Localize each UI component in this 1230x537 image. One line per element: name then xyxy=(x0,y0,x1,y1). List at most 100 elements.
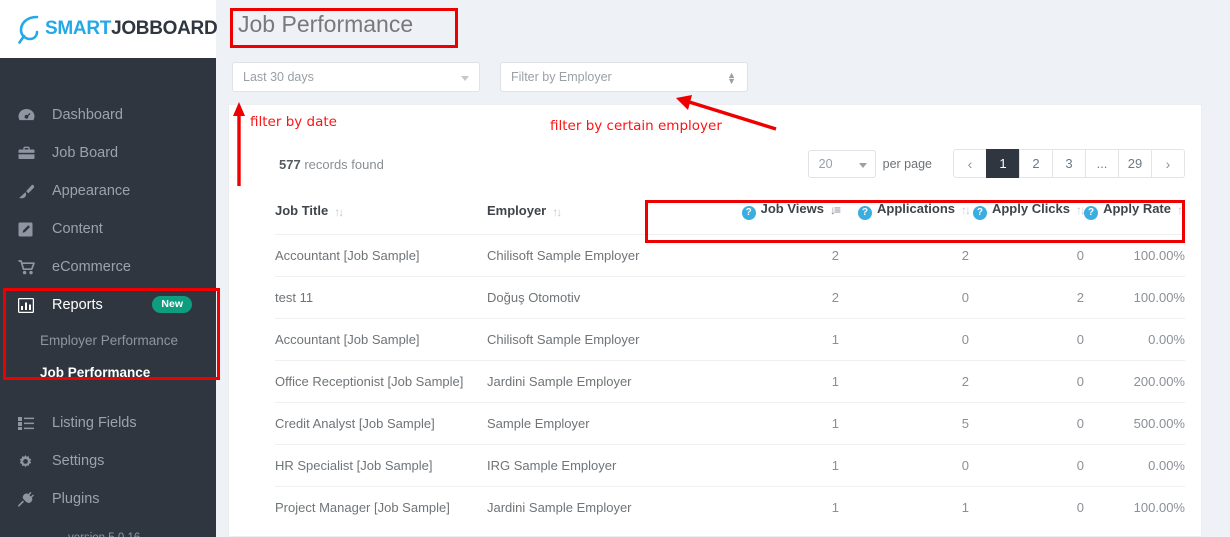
help-icon[interactable]: ? xyxy=(857,206,872,220)
cell-apply-clicks: 2 xyxy=(969,276,1084,319)
sidebar-item-label: Plugins xyxy=(52,491,100,507)
bar-chart-icon xyxy=(18,297,40,313)
sort-desc-icon[interactable]: ↓≡ xyxy=(830,203,841,217)
cell-job-title[interactable]: Project Manager [Job Sample] xyxy=(275,486,487,528)
paintbrush-icon xyxy=(18,184,40,199)
table-row[interactable]: Accountant [Job Sample] Chilisoft Sample… xyxy=(275,318,1185,361)
page-button-1[interactable]: 1 xyxy=(986,149,1020,178)
shopping-cart-icon xyxy=(18,259,40,275)
records-found: 577 records found xyxy=(279,157,384,172)
table-row[interactable]: test 11 Doğuş Otomotiv 2 0 2 100.00% xyxy=(275,276,1185,319)
sidebar-item-listing-fields[interactable]: Listing Fields xyxy=(0,404,216,442)
help-icon[interactable]: ? xyxy=(1084,206,1099,220)
sidebar-nav: Dashboard Job Board Appearance Content e… xyxy=(0,58,216,537)
column-header-job-views[interactable]: ? Job Views ↓≡ xyxy=(709,201,841,235)
sidebar: SMARTJOBBOARD Dashboard Job Board Appear… xyxy=(0,0,218,537)
table-row[interactable]: Accountant [Job Sample] Chilisoft Sample… xyxy=(275,234,1185,277)
cell-apply-rate: 100.00% xyxy=(1084,276,1185,319)
cell-apply-clicks: 0 xyxy=(969,402,1084,445)
cell-job-title[interactable]: Credit Analyst [Job Sample] xyxy=(275,402,487,445)
sort-icon[interactable]: ↑↓ xyxy=(961,203,971,217)
column-header-applications[interactable]: ? Applications ↑↓ xyxy=(839,201,971,235)
cell-apply-rate: 100.00% xyxy=(1084,234,1185,277)
sidebar-item-settings[interactable]: Settings xyxy=(0,442,216,480)
cell-apply-rate: 0.00% xyxy=(1084,318,1185,361)
cell-applications: 0 xyxy=(839,444,969,487)
page-title: Job Performance xyxy=(238,11,414,37)
brand-name-first: SMART xyxy=(45,18,112,39)
column-header-job-title[interactable]: Job Title ↑↓ xyxy=(275,201,487,235)
chevron-updown-icon: ▲ ▼ xyxy=(727,70,736,86)
list-icon xyxy=(18,416,40,430)
sidebar-item-label: Job Board xyxy=(52,145,119,161)
cell-applications: 2 xyxy=(839,234,969,277)
records-count: 577 xyxy=(279,157,301,172)
table-header: Job Title ↑↓ Employer ↑↓ ? Job Views ↓≡ ? App… xyxy=(275,201,1187,235)
cell-job-views: 1 xyxy=(709,486,839,528)
cell-applications: 0 xyxy=(839,318,969,361)
sort-icon[interactable]: ↑↓ xyxy=(1177,203,1187,217)
page-button-2[interactable]: 2 xyxy=(1019,149,1053,178)
sidebar-item-appearance[interactable]: Appearance xyxy=(0,172,216,210)
date-filter-select[interactable]: Last 30 days xyxy=(232,62,480,92)
sidebar-subitem-job-performance[interactable]: Job Performance xyxy=(0,356,216,388)
cell-applications: 0 xyxy=(839,276,969,319)
sidebar-subitem-label: Job Performance xyxy=(40,364,151,380)
sidebar-item-dashboard[interactable]: Dashboard xyxy=(0,96,216,134)
cell-employer: Doğuş Otomotiv xyxy=(487,276,709,319)
app-root: SMARTJOBBOARD Dashboard Job Board Appear… xyxy=(0,0,1230,537)
help-icon[interactable]: ? xyxy=(972,206,987,220)
briefcase-icon xyxy=(18,146,40,160)
cell-job-title[interactable]: test 11 xyxy=(275,276,487,319)
sidebar-item-label: Dashboard xyxy=(52,107,123,123)
table-row[interactable]: Project Manager [Job Sample] Jardini Sam… xyxy=(275,486,1185,528)
employer-filter-select[interactable]: Filter by Employer ▲ ▼ xyxy=(500,62,748,92)
cell-applications: 5 xyxy=(839,402,969,445)
main-content: Job Performance Last 30 days Filter by E… xyxy=(216,0,1230,537)
table-row[interactable]: HR Specialist [Job Sample] IRG Sample Em… xyxy=(275,444,1185,487)
sidebar-item-reports[interactable]: Reports New xyxy=(0,286,216,324)
table-row[interactable]: Credit Analyst [Job Sample] Sample Emplo… xyxy=(275,402,1185,445)
sidebar-item-job-board[interactable]: Job Board xyxy=(0,134,216,172)
sort-icon[interactable]: ↑↓ xyxy=(1076,203,1086,217)
cell-apply-clicks: 0 xyxy=(969,360,1084,403)
cell-apply-rate: 200.00% xyxy=(1084,360,1185,403)
column-header-employer[interactable]: Employer ↑↓ xyxy=(487,201,709,235)
per-page-select[interactable]: 20 xyxy=(807,149,876,178)
per-page-value: 20 xyxy=(818,156,833,171)
cell-job-title[interactable]: Accountant [Job Sample] xyxy=(275,234,487,277)
sidebar-item-plugins[interactable]: Plugins xyxy=(0,480,216,518)
per-page-label: per page xyxy=(882,156,932,171)
sidebar-item-ecommerce[interactable]: eCommerce xyxy=(0,248,216,286)
sidebar-item-content[interactable]: Content xyxy=(0,210,216,248)
column-header-apply-clicks[interactable]: ? Apply Clicks ↑↓ xyxy=(969,201,1086,235)
help-icon[interactable]: ? xyxy=(741,206,756,220)
cell-apply-rate: 100.00% xyxy=(1084,486,1185,528)
cell-apply-clicks: 0 xyxy=(969,318,1084,361)
column-label: Applications xyxy=(876,201,955,216)
pagination-bar: 20 per page ‹ 1 2 3 ... 29 › xyxy=(807,149,1185,178)
table-row[interactable]: Office Receptionist [Job Sample] Jardini… xyxy=(275,360,1185,403)
sidebar-item-label: eCommerce xyxy=(52,259,131,275)
column-label: Apply Rate xyxy=(1103,201,1171,216)
cell-applications: 2 xyxy=(839,360,969,403)
sort-icon[interactable]: ↑↓ xyxy=(334,205,344,219)
column-label: Employer xyxy=(487,202,547,218)
page-next-button[interactable]: › xyxy=(1151,149,1185,178)
sidebar-item-label: Listing Fields xyxy=(52,415,137,431)
page-button-29[interactable]: 29 xyxy=(1118,149,1152,178)
sort-icon[interactable]: ↑↓ xyxy=(552,205,562,219)
page-prev-button[interactable]: ‹ xyxy=(953,149,987,178)
sidebar-subitem-employer-performance[interactable]: Employer Performance xyxy=(0,324,216,356)
column-label: Apply Clicks xyxy=(991,201,1070,216)
pagination: ‹ 1 2 3 ... 29 › xyxy=(953,149,1185,178)
page-button-3[interactable]: 3 xyxy=(1052,149,1086,178)
column-header-apply-rate[interactable]: ? Apply Rate ↑↓ xyxy=(1084,201,1187,235)
cell-job-title[interactable]: Accountant [Job Sample] xyxy=(275,318,487,361)
cell-apply-clicks: 0 xyxy=(969,234,1084,277)
cell-job-title[interactable]: HR Specialist [Job Sample] xyxy=(275,444,487,487)
cell-job-views: 2 xyxy=(709,234,839,277)
brand-logo[interactable]: SMARTJOBBOARD xyxy=(0,0,218,58)
cell-job-title[interactable]: Office Receptionist [Job Sample] xyxy=(275,360,487,403)
table-body: Accountant [Job Sample] Chilisoft Sample… xyxy=(275,234,1185,528)
